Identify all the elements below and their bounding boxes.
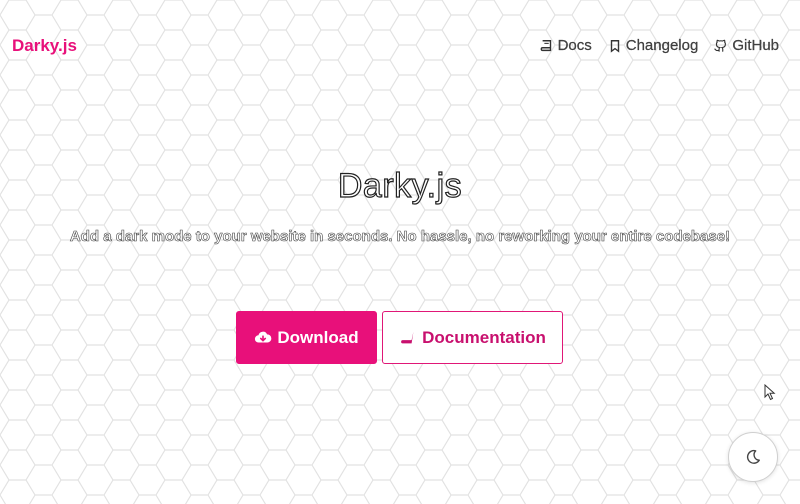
nav-link-label: Changelog — [625, 37, 699, 54]
navbar: Darky.js Docs Changelog GitHub — [0, 0, 800, 90]
nav-link-label: Docs — [557, 37, 592, 54]
download-button[interactable]: Download — [236, 311, 377, 364]
moon-icon — [746, 449, 760, 464]
nav-link-github[interactable]: GitHub — [714, 37, 779, 54]
mouse-cursor-icon — [764, 384, 776, 401]
nav-link-docs[interactable]: Docs — [540, 37, 592, 54]
book-icon — [540, 39, 551, 51]
hero-title: Darky.js — [337, 166, 463, 205]
brand-logo[interactable]: Darky.js — [12, 36, 77, 56]
bookmark-icon — [610, 39, 619, 53]
documentation-button[interactable]: Documentation — [382, 311, 563, 364]
nav-link-changelog[interactable]: Changelog — [608, 37, 699, 54]
nav-link-label: GitHub — [732, 37, 779, 54]
documentation-label: Documentation — [422, 327, 546, 347]
theme-toggle-button[interactable] — [728, 432, 778, 482]
download-label: Download — [277, 327, 359, 347]
cloud-download-icon — [255, 331, 272, 342]
hero-subtitle: Add a dark mode to your website in secon… — [69, 228, 731, 246]
nav-links: Docs Changelog GitHub — [540, 37, 779, 54]
hero-buttons: Download Documentation — [236, 311, 563, 364]
book-icon — [401, 331, 414, 343]
github-icon — [714, 39, 727, 52]
